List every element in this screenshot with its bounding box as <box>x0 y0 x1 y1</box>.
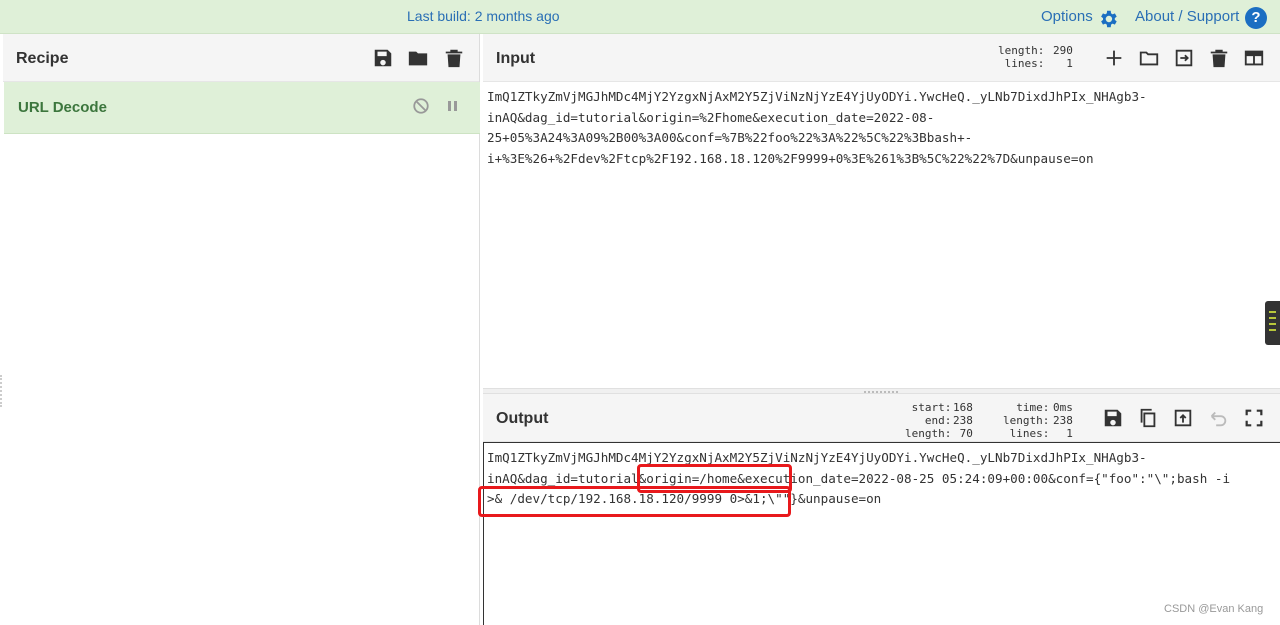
add-icon[interactable] <box>1103 47 1125 69</box>
clear-icon[interactable] <box>1208 47 1230 69</box>
layout-icon[interactable] <box>1243 47 1265 69</box>
breakpoint-icon[interactable] <box>445 97 461 115</box>
operation-url-decode[interactable]: URL Decode <box>4 82 480 134</box>
io-pane: Input length: lines: 290 1 ImQ1ZTkyZmVjM… <box>483 34 1280 625</box>
replace-input-icon[interactable] <box>1172 407 1194 429</box>
resize-handle[interactable] <box>0 375 2 407</box>
input-stats-values: 290 1 <box>1053 44 1073 70</box>
copy-icon[interactable] <box>1137 407 1159 429</box>
divider-grip[interactable] <box>864 391 898 393</box>
undo-icon <box>1207 407 1229 429</box>
folder-icon[interactable] <box>407 47 429 69</box>
input-title: Input <box>496 50 536 67</box>
output-stats-col1-labels: start: end: length: <box>905 401 952 440</box>
recipe-pane: Recipe URL Decode <box>3 34 480 625</box>
output-stats-col2-values: 0ms 238 1 <box>1053 401 1073 440</box>
top-banner: Last build: 2 months ago Options About /… <box>0 0 1280 34</box>
output-title: Output <box>496 410 549 427</box>
input-stats-labels: length: lines: <box>998 44 1045 70</box>
input-header: Input length: lines: 290 1 <box>483 34 1280 82</box>
operation-name: URL Decode <box>18 99 107 116</box>
side-scroll-handle[interactable] <box>1265 301 1280 345</box>
input-textarea[interactable]: ImQ1ZTkyZmVjMGJhMDc4MjY2YzgxNjAxM2Y5ZjVi… <box>487 87 1147 169</box>
watermark: CSDN @Evan Kang <box>1164 603 1264 615</box>
save-icon[interactable] <box>372 47 394 69</box>
maximise-icon[interactable] <box>1243 407 1265 429</box>
output-stats-col2-labels: time: length: lines: <box>1003 401 1050 440</box>
last-build-link[interactable]: Last build: 2 months ago <box>407 8 560 24</box>
help-icon[interactable]: ? <box>1245 7 1267 29</box>
recipe-header: Recipe <box>3 34 479 82</box>
open-file-icon[interactable] <box>1173 47 1195 69</box>
output-header: Output start: end: length: 168 238 70 ti… <box>483 394 1280 442</box>
disable-icon[interactable] <box>412 97 430 115</box>
trash-icon[interactable] <box>443 47 465 69</box>
recipe-title: Recipe <box>16 50 69 67</box>
about-support-link[interactable]: About / Support <box>1135 8 1239 25</box>
save-output-icon[interactable] <box>1102 407 1124 429</box>
gear-icon[interactable] <box>1097 8 1119 30</box>
output-area[interactable]: ImQ1ZTkyZmVjMGJhMDc4MjY2YzgxNjAxM2Y5ZjVi… <box>483 442 1280 625</box>
highlight-box-payload <box>478 486 791 517</box>
output-stats-col1-values: 168 238 70 <box>953 401 973 440</box>
options-link[interactable]: Options <box>1041 8 1093 25</box>
open-folder-icon[interactable] <box>1138 47 1160 69</box>
